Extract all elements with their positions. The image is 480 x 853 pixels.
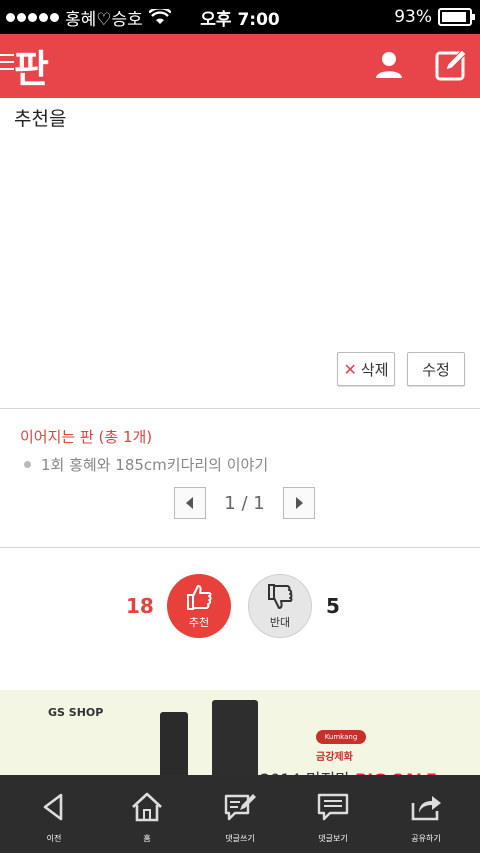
back-arrow-icon (43, 793, 63, 821)
comment-write-icon (224, 794, 256, 821)
delete-label: 삭제 (360, 360, 389, 379)
series-title: 이어지는 판 (총 1개) (20, 428, 153, 446)
menu-icon[interactable] (0, 54, 14, 75)
tab-view-comments[interactable]: 댓글보기 (285, 775, 381, 853)
triangle-right-icon (296, 497, 303, 509)
write-post-icon[interactable] (434, 48, 468, 82)
bullet-icon (24, 461, 31, 468)
oppose-label: 반대 (269, 616, 291, 629)
tab-home[interactable]: 홈 (99, 775, 195, 853)
recommend-label: 추천 (188, 616, 210, 629)
status-right: 93% (394, 7, 475, 27)
tab-back-label: 이전 (46, 834, 62, 843)
post-content: 추천을 (14, 108, 67, 130)
series-item[interactable]: 1회 홍혜와 185cm키다리의 이야기 (24, 454, 268, 475)
oppose-count: 5 (326, 594, 340, 618)
battery-icon (438, 8, 475, 26)
close-icon: ✕ (343, 359, 357, 379)
bottom-toolbar: 이전 홈 댓글쓰기 댓글보기 공유하기 (0, 775, 480, 853)
tab-share[interactable]: 공유하기 (378, 775, 474, 853)
divider (0, 408, 480, 409)
pager-next-button[interactable] (283, 487, 315, 519)
tab-view-comments-label: 댓글보기 (318, 834, 348, 843)
pager-prev-button[interactable] (174, 487, 206, 519)
ad-image (212, 700, 258, 780)
thumbs-up-icon (187, 585, 212, 610)
home-icon (132, 792, 162, 822)
ad-image (160, 712, 188, 780)
app-header: 판 (0, 34, 480, 98)
series-item-label: 1회 홍혜와 185cm키다리의 이야기 (41, 456, 269, 474)
thumbs-down-icon (268, 584, 293, 609)
comment-view-icon (317, 793, 349, 821)
tab-write-comment-label: 댓글쓰기 (225, 834, 255, 843)
oppose-button[interactable]: 반대 (248, 574, 312, 638)
ad-brand: GS SHOP (48, 706, 104, 719)
app-logo[interactable]: 판 (14, 38, 49, 93)
pager-indicator: 1 / 1 (224, 493, 265, 514)
battery-percent: 93% (394, 7, 432, 27)
triangle-left-icon (186, 497, 193, 509)
ad-banner[interactable]: GS SHOP Kumkang 금강제화 2014 미지막 BIG SALE (0, 690, 480, 780)
tab-back[interactable]: 이전 (6, 775, 102, 853)
tab-home-label: 홈 (143, 834, 151, 843)
tab-share-label: 공유하기 (411, 834, 441, 843)
edit-button[interactable]: 수정 (407, 352, 465, 386)
user-icon[interactable] (374, 50, 404, 80)
tab-write-comment[interactable]: 댓글쓰기 (192, 775, 288, 853)
status-bar: 홍혜♡승호 오후 7:00 93% (0, 0, 480, 34)
ad-company: 금강제화 (316, 752, 353, 763)
recommend-count: 18 (126, 594, 154, 618)
divider (0, 547, 480, 548)
delete-button[interactable]: ✕ 삭제 (337, 352, 395, 386)
ad-logo: Kumkang (316, 730, 366, 744)
recommend-button[interactable]: 추천 (167, 574, 231, 638)
share-icon (411, 796, 441, 821)
